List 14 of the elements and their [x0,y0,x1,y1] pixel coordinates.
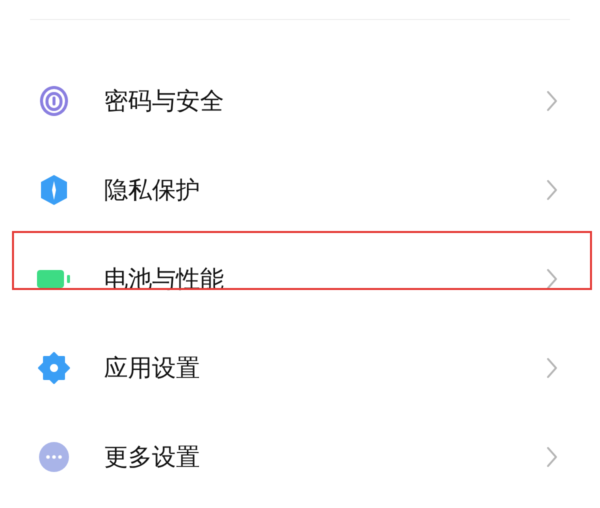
chevron-right-icon [546,90,558,112]
fingerprint-icon [39,84,69,116]
setting-label[interactable]: 更多设置 [104,438,546,474]
shield-icon [39,174,69,206]
chevron-right-icon [546,268,558,290]
setting-label[interactable]: 密码与安全 [104,82,546,118]
setting-label[interactable]: 隐私保护 [104,172,546,208]
battery-icon [37,268,71,288]
chevron-right-icon [546,356,558,378]
chevron-right-icon [546,446,558,468]
settings-icon [38,352,70,384]
more-icon [39,442,69,472]
setting-label[interactable]: 应用设置 [104,350,546,386]
chevron-right-icon [546,178,558,200]
